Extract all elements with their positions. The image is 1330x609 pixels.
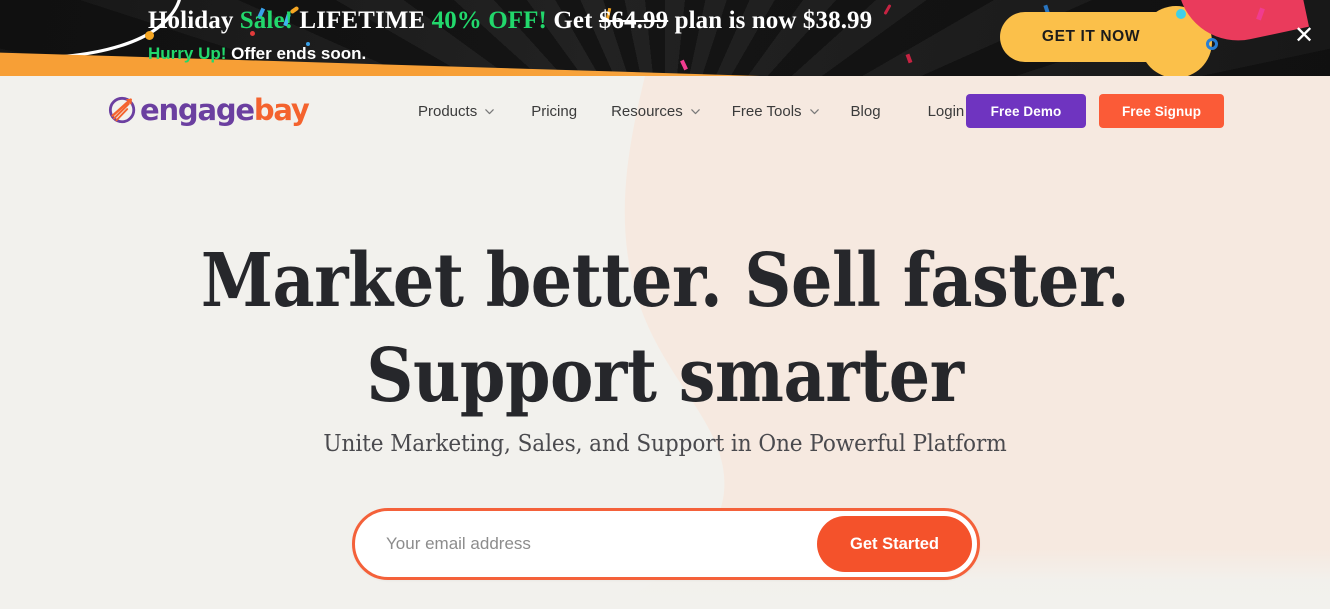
nav-item-resources[interactable]: Resources	[611, 103, 701, 120]
promo-plan-text: plan is now	[668, 7, 803, 34]
promo-discount-text: 40% OFF!	[431, 7, 547, 34]
nav-label-free-tools: Free Tools	[731, 102, 802, 120]
logo-text-engage: engage	[140, 93, 255, 127]
promo-new-price: $38.99	[802, 7, 873, 34]
promo-hurry-text: Hurry Up!	[148, 44, 227, 63]
nav-item-pricing[interactable]: Pricing	[531, 103, 577, 120]
confetti-dot	[1176, 9, 1186, 19]
promo-subline: Hurry Up! Offer ends soon.	[148, 41, 1008, 67]
promo-headline: Holiday Sale! LIFETIME 40% OFF! Get $64.…	[148, 5, 1008, 37]
chevron-down-icon	[690, 108, 700, 114]
nav-label-login: Login	[927, 102, 965, 120]
promo-lifetime-text: LIFETIME	[293, 7, 432, 34]
engagebay-landing-page: Holiday Sale! LIFETIME 40% OFF! Get $64.…	[0, 0, 1330, 609]
nav-actions: Free Demo Free Signup	[966, 76, 1224, 146]
confetti-ring	[1206, 38, 1218, 50]
promo-holiday-text: Holiday	[148, 7, 240, 34]
promo-old-price: $64.99	[598, 7, 669, 34]
get-started-button[interactable]: Get Started	[817, 516, 972, 572]
promo-get-text: Get	[546, 7, 599, 34]
free-signup-button[interactable]: Free Signup	[1099, 94, 1224, 128]
nav-label-resources: Resources	[611, 102, 683, 120]
promo-offer-text: Offer ends soon.	[226, 44, 367, 63]
logo-text-bay: bay	[253, 93, 310, 127]
main-navbar: engagebay Products Pricing Resources Fre…	[0, 76, 1330, 146]
nav-item-blog[interactable]: Blog	[851, 103, 881, 120]
close-icon[interactable]: ✕	[1290, 22, 1318, 50]
nav-label-pricing: Pricing	[531, 102, 578, 120]
nav-label-products: Products	[418, 102, 478, 120]
get-it-now-button[interactable]: GET IT NOW	[1000, 12, 1182, 62]
promo-sale-text: Sale!	[239, 7, 294, 34]
email-input[interactable]	[355, 511, 817, 577]
free-demo-button[interactable]: Free Demo	[966, 94, 1086, 128]
nav-item-products[interactable]: Products	[418, 103, 495, 120]
nav-links: Products Pricing Resources Free Tools Bl…	[418, 76, 964, 146]
chevron-down-icon	[485, 108, 495, 114]
email-signup-form: Get Started	[352, 508, 980, 580]
site-logo[interactable]: engagebay	[108, 93, 310, 127]
promo-copy: Holiday Sale! LIFETIME 40% OFF! Get $64.…	[148, 5, 1008, 67]
nav-label-blog: Blog	[850, 102, 881, 120]
nav-item-login[interactable]: Login	[928, 103, 965, 120]
engagebay-logo-icon	[108, 96, 136, 124]
promo-banner: Holiday Sale! LIFETIME 40% OFF! Get $64.…	[0, 0, 1330, 76]
chevron-down-icon	[809, 108, 819, 114]
nav-item-free-tools[interactable]: Free Tools	[732, 103, 820, 120]
